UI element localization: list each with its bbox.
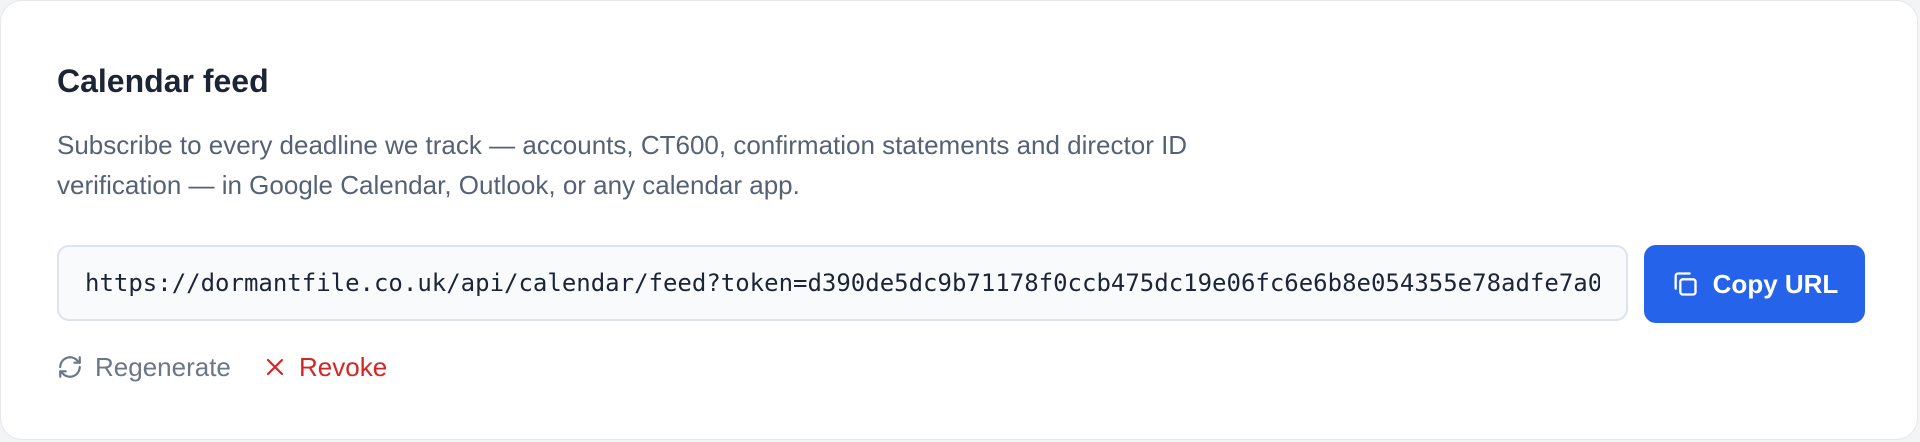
feed-url-input[interactable] bbox=[57, 245, 1628, 321]
copy-url-button[interactable]: Copy URL bbox=[1644, 245, 1865, 323]
close-icon bbox=[263, 355, 287, 379]
regenerate-label: Regenerate bbox=[95, 351, 231, 382]
refresh-icon bbox=[57, 354, 83, 380]
card-title: Calendar feed bbox=[57, 63, 269, 99]
revoke-label: Revoke bbox=[299, 351, 388, 382]
copy-url-label: Copy URL bbox=[1712, 268, 1839, 299]
regenerate-button[interactable]: Regenerate bbox=[57, 347, 231, 387]
calendar-feed-card: Calendar feed Subscribe to every deadlin… bbox=[0, 0, 1918, 440]
copy-icon bbox=[1671, 270, 1699, 298]
card-description: Subscribe to every deadline we track — a… bbox=[57, 130, 1188, 200]
revoke-button[interactable]: Revoke bbox=[263, 347, 387, 387]
